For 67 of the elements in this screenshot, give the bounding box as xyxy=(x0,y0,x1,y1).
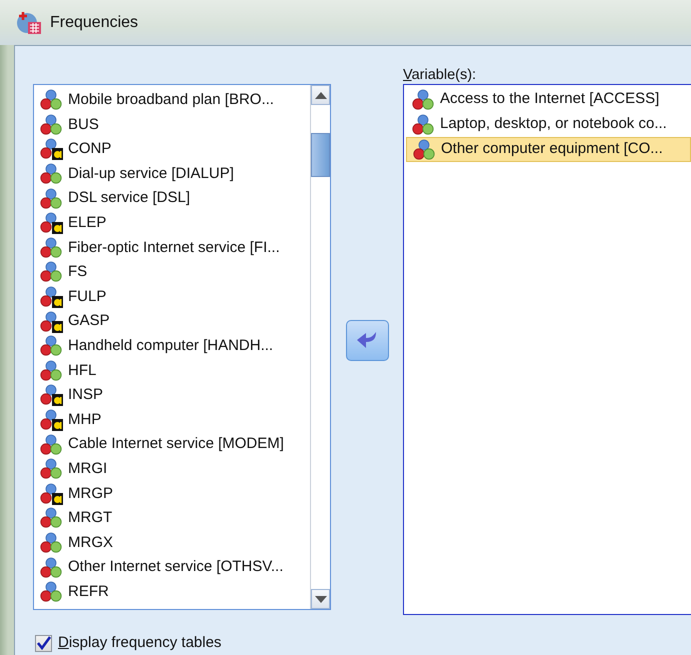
variable-name: Other computer equipment [CO... xyxy=(441,139,663,160)
variable-name[interactable]: CONP xyxy=(68,138,112,161)
string-variable-icon xyxy=(40,482,64,505)
source-variable-list[interactable] xyxy=(33,84,331,610)
variable-name[interactable]: Dial-up service [DIALUP] xyxy=(68,162,234,186)
move-button[interactable] xyxy=(346,320,388,360)
scroll-thumb[interactable] xyxy=(311,133,330,177)
scrollbar[interactable] xyxy=(310,85,330,609)
scale-variable-icon xyxy=(40,188,64,210)
variable-name[interactable]: DSL service [DSL] xyxy=(68,187,190,210)
variable-row[interactable]: Other computer equipment [CO... xyxy=(406,137,691,162)
string-variable-icon xyxy=(40,286,64,308)
string-variable-icon xyxy=(40,310,64,333)
variable-name[interactable]: MRGX xyxy=(68,532,113,554)
variable-name[interactable]: Other Internet service [OTHSV... xyxy=(68,556,284,579)
scale-variable-icon xyxy=(40,458,64,480)
checkbox[interactable] xyxy=(35,634,52,652)
scale-variable-icon xyxy=(40,556,64,579)
string-variable-icon xyxy=(40,212,64,234)
selected-variable-list[interactable]: Access to the Internet [ACCESS] Laptop, desktop, or notebook co... Other computer equipment [CO... xyxy=(403,84,691,615)
scale-variable-icon xyxy=(40,163,64,186)
scale-variable-icon xyxy=(40,581,64,604)
string-variable-icon xyxy=(40,138,64,160)
scale-variable-icon xyxy=(40,360,64,382)
variable-name[interactable]: MRGT xyxy=(68,507,112,530)
variable-name[interactable]: GASP xyxy=(68,310,110,333)
scale-variable-icon xyxy=(40,532,64,554)
check-icon xyxy=(36,636,50,650)
variable-row[interactable]: Access to the Internet [ACCESS] xyxy=(406,87,691,112)
down-arrow-icon xyxy=(314,596,326,602)
string-variable-icon xyxy=(40,384,64,406)
scroll-down-button[interactable] xyxy=(311,589,330,609)
scale-variable-icon xyxy=(40,261,64,284)
variable-name[interactable]: ELEP xyxy=(68,212,106,235)
app-icon xyxy=(16,10,44,36)
scale-variable-icon xyxy=(412,88,436,110)
arrow-icon xyxy=(356,331,378,349)
variable-row[interactable]: Laptop, desktop, or notebook co... xyxy=(406,112,691,137)
string-variable-icon xyxy=(40,409,64,432)
variable-name[interactable]: REFR xyxy=(68,580,109,604)
variable-name[interactable]: MRGI xyxy=(68,458,108,480)
variable-name[interactable]: Fiber-optic Internet service [FI... xyxy=(68,236,280,260)
scale-variable-icon xyxy=(40,434,64,456)
checkbox-label[interactable]: Display frequency tables xyxy=(58,632,222,654)
variable-name[interactable]: FULP xyxy=(68,286,106,308)
variable-name[interactable]: MHP xyxy=(68,408,102,432)
variable-name[interactable]: BUS xyxy=(68,114,99,136)
variable-name[interactable]: FS xyxy=(68,261,88,284)
scale-variable-icon xyxy=(40,114,64,136)
variable-name: Access to the Internet [ACCESS] xyxy=(440,89,660,110)
variable-name[interactable]: HFL xyxy=(68,360,96,382)
scale-variable-icon xyxy=(412,114,436,136)
variable-name[interactable]: Mobile broadband plan [BRO... xyxy=(68,89,274,112)
scale-variable-icon xyxy=(40,335,64,358)
variable-name: Laptop, desktop, or notebook co... xyxy=(440,114,667,134)
window-title: Frequencies xyxy=(50,12,138,32)
scale-variable-icon xyxy=(40,89,64,112)
variable-name[interactable]: Handheld computer [HANDH... xyxy=(68,334,274,358)
variable-name[interactable]: INSP xyxy=(68,384,104,407)
scale-variable-icon xyxy=(413,138,437,160)
variable-name[interactable]: MRGP xyxy=(68,482,113,506)
variables-label: Variable(s): xyxy=(403,67,478,84)
scroll-up-button[interactable] xyxy=(311,85,330,105)
scale-variable-icon xyxy=(40,507,64,530)
up-arrow-icon xyxy=(314,92,326,98)
scale-variable-icon xyxy=(40,236,64,259)
variable-name[interactable]: Cable Internet service [MODEM] xyxy=(68,433,284,456)
